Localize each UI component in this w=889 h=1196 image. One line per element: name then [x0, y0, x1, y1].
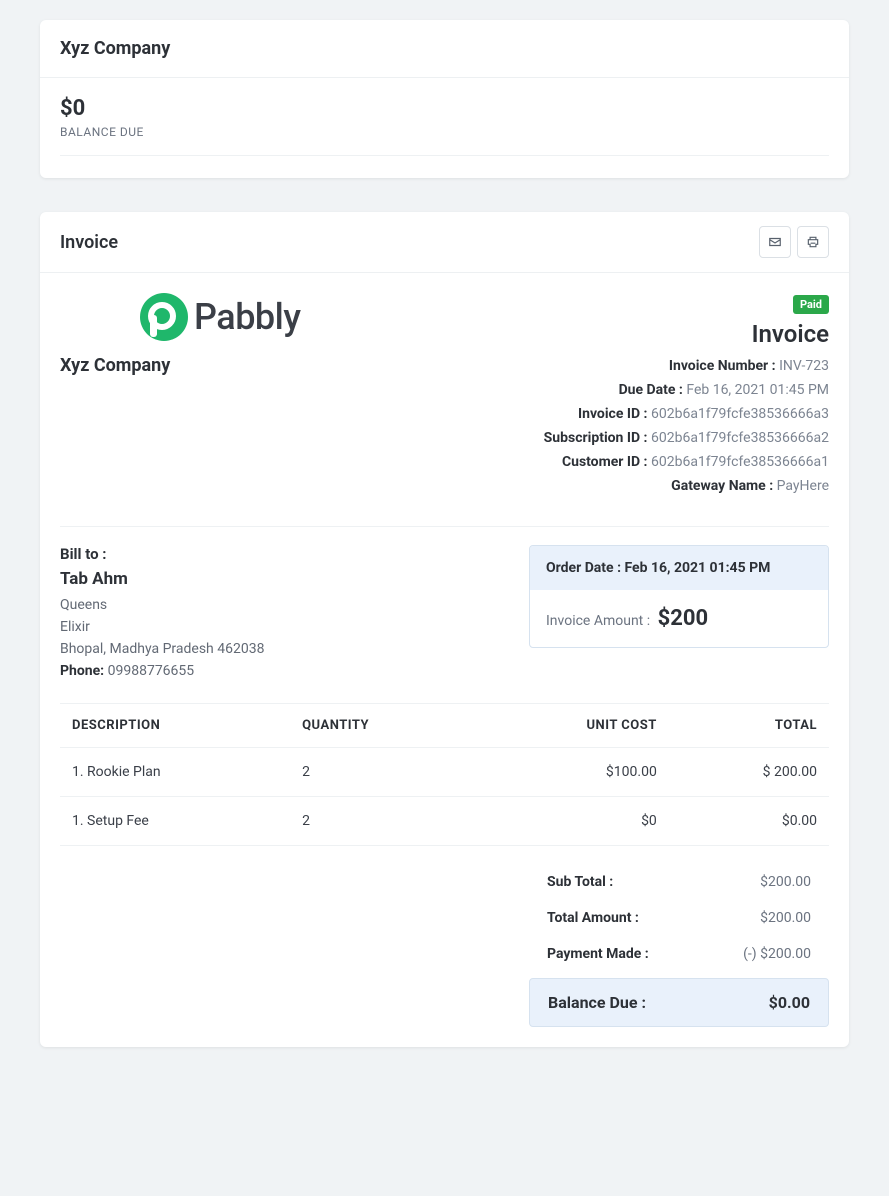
print-button[interactable]: [797, 226, 829, 258]
divider: [60, 155, 829, 156]
bill-to-label: Bill to :: [60, 545, 489, 563]
cell-qty: 2: [290, 748, 476, 797]
invoice-amount-label: Invoice Amount :: [546, 613, 650, 629]
balance-due-value: $0.00: [769, 993, 810, 1012]
subscription-id-value: 602b6a1f79fcfe38536666a2: [651, 430, 829, 446]
bill-to-line1: Queens: [60, 597, 489, 613]
bill-to-name: Tab Ahm: [60, 569, 489, 589]
invoice-section-title: Invoice: [60, 232, 118, 253]
col-description: DESCRIPTION: [60, 704, 290, 748]
subscription-id-label: Subscription ID :: [544, 430, 648, 446]
logo-section: Pabbly Xyz Company: [60, 293, 300, 376]
summary-body: $0 BALANCE DUE: [40, 78, 849, 178]
phone-label: Phone:: [60, 663, 104, 679]
balance-due-label: Balance Due :: [548, 993, 646, 1012]
totals-block: Sub Total : $200.00 Total Amount : $200.…: [529, 864, 829, 1027]
summary-header: Xyz Company: [40, 20, 849, 78]
invoice-id-value: 602b6a1f79fcfe38536666a3: [651, 406, 829, 422]
company-title: Xyz Company: [60, 38, 829, 59]
total-amount-row: Total Amount : $200.00: [529, 900, 829, 936]
print-icon: [806, 235, 820, 249]
invoice-company-name: Xyz Company: [60, 355, 300, 376]
cell-total: $0.00: [669, 797, 829, 846]
invoice-card: Invoice Pabbly Xyz Company: [40, 212, 849, 1047]
col-unit-cost: UNIT COST: [476, 704, 669, 748]
order-box: Order Date : Feb 16, 2021 01:45 PM Invoi…: [529, 545, 829, 648]
customer-id-line: Customer ID : 602b6a1f79fcfe38536666a1: [544, 454, 829, 470]
order-date-value: Feb 16, 2021 01:45 PM: [625, 560, 771, 576]
invoice-heading: Invoice: [544, 320, 829, 348]
logo-text: Pabbly: [194, 296, 300, 338]
phone-value: 09988776655: [108, 663, 195, 679]
email-button[interactable]: [759, 226, 791, 258]
total-amount-value: $200.00: [760, 910, 811, 926]
gateway-line: Gateway Name : PayHere: [544, 478, 829, 494]
bill-row: Bill to : Tab Ahm Queens Elixir Bhopal, …: [60, 545, 829, 679]
table-row: 1. Rookie Plan 2 $100.00 $ 200.00: [60, 748, 829, 797]
table-row: 1. Setup Fee 2 $0 $0.00: [60, 797, 829, 846]
logo-mark-icon: [140, 293, 188, 341]
gateway-label: Gateway Name :: [671, 478, 773, 494]
bill-to-line3: Bhopal, Madhya Pradesh 462038: [60, 641, 489, 657]
invoice-number-value: INV-723: [779, 358, 829, 374]
col-total: TOTAL: [669, 704, 829, 748]
col-quantity: QUANTITY: [290, 704, 476, 748]
invoice-amount-value: $200: [658, 606, 709, 631]
due-date-label: Due Date :: [619, 382, 683, 398]
due-date-line: Due Date : Feb 16, 2021 01:45 PM: [544, 382, 829, 398]
invoice-number-line: Invoice Number : INV-723: [544, 358, 829, 374]
invoice-body: Pabbly Xyz Company Paid Invoice Invoice …: [40, 273, 849, 1047]
bill-to-phone: Phone: 09988776655: [60, 663, 489, 679]
cell-unit: $100.00: [476, 748, 669, 797]
balance-due-row: Balance Due : $0.00: [529, 978, 829, 1027]
due-date-value: Feb 16, 2021 01:45 PM: [686, 382, 829, 398]
order-amount-row: Invoice Amount : $200: [530, 590, 828, 647]
subtotal-label: Sub Total :: [547, 874, 613, 890]
line-items-table: DESCRIPTION QUANTITY UNIT COST TOTAL 1. …: [60, 703, 829, 846]
bill-to-block: Bill to : Tab Ahm Queens Elixir Bhopal, …: [60, 545, 489, 679]
subscription-id-line: Subscription ID : 602b6a1f79fcfe38536666…: [544, 430, 829, 446]
divider: [60, 526, 829, 527]
subtotal-value: $200.00: [760, 874, 811, 890]
payment-made-value: (-) $200.00: [743, 946, 811, 962]
brand-logo: Pabbly: [60, 293, 300, 341]
payment-made-row: Payment Made : (-) $200.00: [529, 936, 829, 972]
bill-to-line2: Elixir: [60, 619, 489, 635]
customer-id-label: Customer ID :: [562, 454, 648, 470]
order-date-label: Order Date :: [546, 560, 621, 576]
action-buttons: [759, 226, 829, 258]
cell-desc: 1. Setup Fee: [60, 797, 290, 846]
invoice-id-label: Invoice ID :: [578, 406, 648, 422]
order-date-row: Order Date : Feb 16, 2021 01:45 PM: [530, 546, 828, 590]
balance-label: BALANCE DUE: [60, 125, 829, 139]
invoice-id-line: Invoice ID : 602b6a1f79fcfe38536666a3: [544, 406, 829, 422]
status-badge: Paid: [793, 295, 829, 314]
customer-id-value: 602b6a1f79fcfe38536666a1: [651, 454, 829, 470]
invoice-meta: Paid Invoice Invoice Number : INV-723 Du…: [544, 293, 829, 502]
cell-desc: 1. Rookie Plan: [60, 748, 290, 797]
envelope-icon: [768, 235, 782, 249]
summary-card: Xyz Company $0 BALANCE DUE: [40, 20, 849, 178]
cell-total: $ 200.00: [669, 748, 829, 797]
invoice-header: Invoice: [40, 212, 849, 273]
invoice-top-row: Pabbly Xyz Company Paid Invoice Invoice …: [60, 293, 829, 502]
balance-amount: $0: [60, 96, 829, 121]
cell-unit: $0: [476, 797, 669, 846]
cell-qty: 2: [290, 797, 476, 846]
subtotal-row: Sub Total : $200.00: [529, 864, 829, 900]
gateway-value: PayHere: [777, 478, 829, 494]
invoice-number-label: Invoice Number :: [669, 358, 776, 374]
payment-made-label: Payment Made :: [547, 946, 649, 962]
total-amount-label: Total Amount :: [547, 910, 639, 926]
